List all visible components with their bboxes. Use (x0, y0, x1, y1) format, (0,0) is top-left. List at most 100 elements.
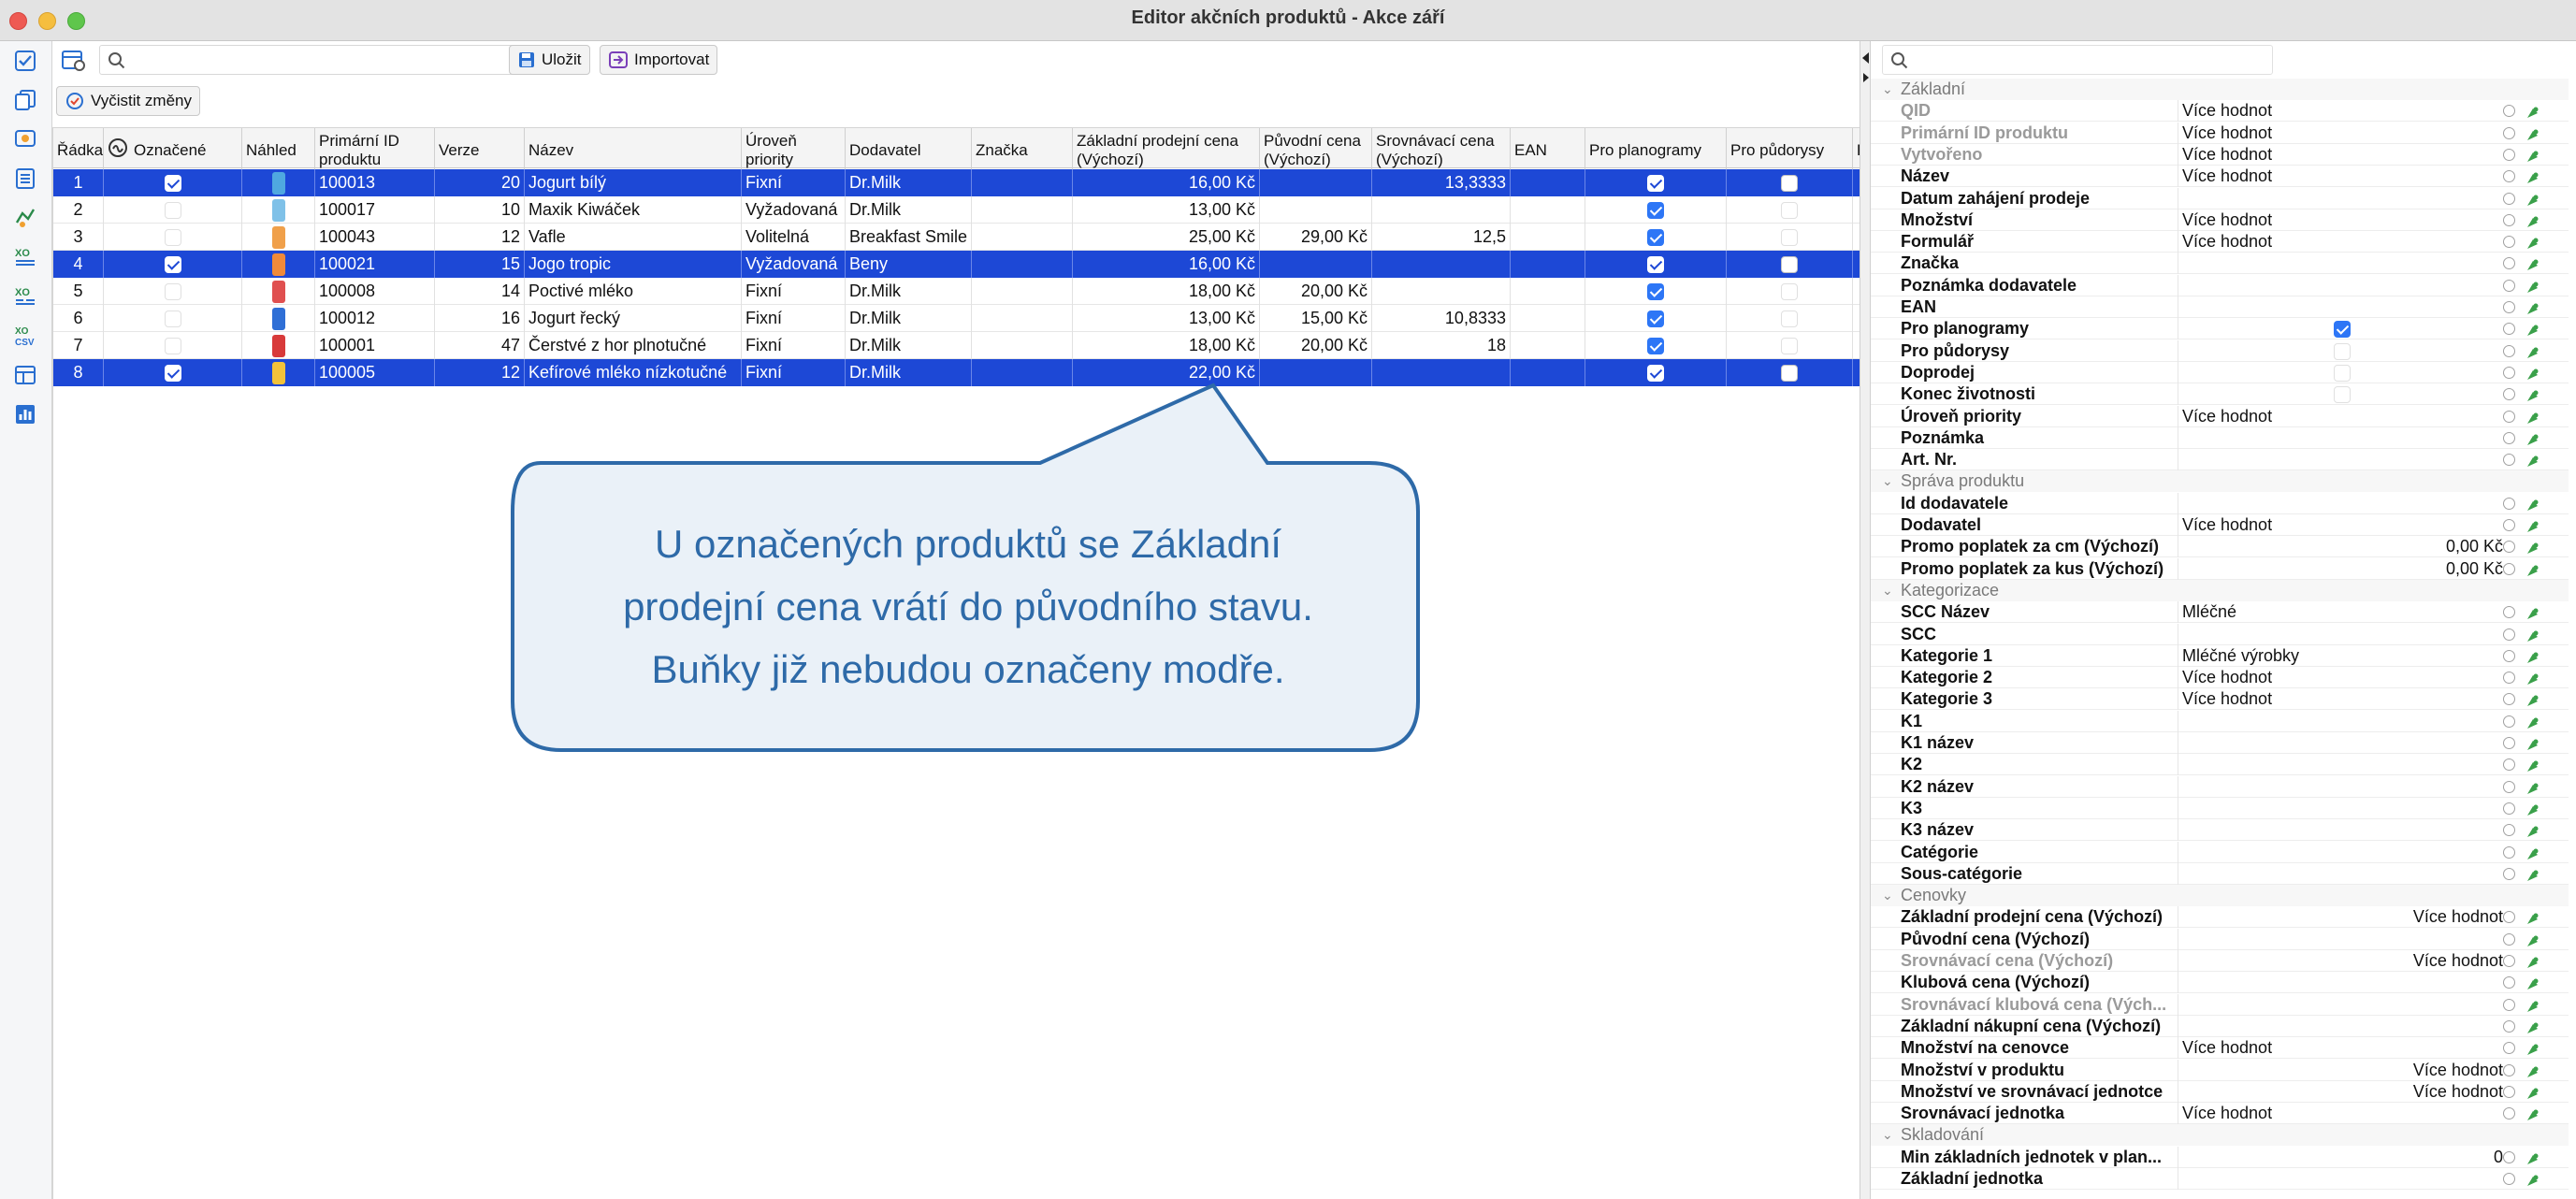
apply-icon[interactable] (2525, 780, 2540, 794)
property-section[interactable]: ⌄ Správa produktu (1871, 470, 2569, 493)
reset-icon[interactable] (2503, 257, 2515, 270)
property-row[interactable]: Množství Více hodnot (1871, 209, 2569, 231)
apply-icon[interactable] (2525, 256, 2540, 271)
checkbox-checked[interactable] (164, 175, 181, 193)
column-header-marked[interactable]: Označené (104, 128, 242, 169)
property-value[interactable]: Mléčné výrobky (2182, 645, 2500, 667)
property-value[interactable]: Více hodnot (2182, 688, 2500, 710)
cell-name[interactable]: Čerstvé z hor plnotučné (525, 332, 742, 359)
reset-icon[interactable] (2503, 519, 2515, 531)
cell-floorplan[interactable] (1727, 359, 1853, 386)
import-button[interactable]: Importovat (600, 45, 718, 75)
table-row[interactable]: 2 100017 10 Maxik Kiwáček Vyžadovaná Dr.Milk 1… (53, 196, 1864, 224)
cell-name[interactable]: Vafle (525, 224, 742, 251)
property-row[interactable]: Množství ve srovnávací jednotce Více hodn… (1871, 1080, 2569, 1103)
cell-priority[interactable]: Fixní (742, 359, 846, 386)
reset-icon[interactable] (2503, 170, 2515, 183)
apply-icon[interactable] (2525, 1041, 2540, 1056)
reset-icon[interactable] (2503, 1150, 2515, 1163)
apply-icon[interactable] (2525, 300, 2540, 314)
property-row[interactable]: Srovnávací jednotka Více hodnot (1871, 1103, 2569, 1125)
property-row[interactable]: K2 (1871, 754, 2569, 776)
cell-row[interactable]: 4 (53, 251, 104, 278)
cell-marked[interactable] (104, 224, 242, 251)
property-section[interactable]: ⌄ Cenovky (1871, 885, 2569, 907)
reset-icon[interactable] (2503, 715, 2515, 728)
cell-primary-id[interactable]: 100043 (315, 224, 435, 251)
property-row[interactable]: EAN (1871, 296, 2569, 318)
property-value[interactable]: Více hodnot (2182, 100, 2500, 122)
property-row[interactable]: Poznámka dodavatele (1871, 274, 2569, 296)
reset-icon[interactable] (2503, 911, 2515, 924)
checkbox-unchecked[interactable] (1781, 283, 1798, 301)
table-row[interactable]: 6 100012 16 Jogurt řecký Fixní Dr.Milk 13,00 K… (53, 305, 1864, 332)
cell-base-price[interactable]: 22,00 Kč (1073, 359, 1260, 386)
clear-changes-button[interactable]: Vyčistit změny (56, 86, 201, 116)
cell-supplier[interactable]: Dr.Milk (846, 332, 972, 359)
checkbox-unchecked[interactable] (164, 202, 181, 220)
cell-version[interactable]: 15 (435, 251, 525, 278)
cell-marked[interactable] (104, 332, 242, 359)
reset-icon[interactable] (2503, 541, 2515, 554)
property-value[interactable]: Více hodnot (2182, 144, 2500, 166)
column-settings-icon[interactable] (60, 47, 86, 78)
property-section[interactable]: ⌄ Kategorizace (1871, 579, 2569, 601)
cell-original-price[interactable] (1260, 196, 1372, 224)
reset-icon[interactable] (2503, 279, 2515, 292)
cell-floorplan[interactable] (1727, 278, 1853, 305)
cell-version[interactable]: 10 (435, 196, 525, 224)
apply-icon[interactable] (2525, 1172, 2540, 1186)
apply-icon[interactable] (2525, 628, 2540, 642)
cell-row[interactable]: 2 (53, 196, 104, 224)
cell-planogram[interactable] (1585, 196, 1727, 224)
cell-ean[interactable] (1511, 251, 1585, 278)
reset-icon[interactable] (2503, 867, 2515, 880)
table-row[interactable]: 1 100013 20 Jogurt bílý Fixní Dr.Milk 16,00 Kč… (53, 169, 1864, 196)
property-section[interactable]: ⌄ Základní (1871, 79, 2569, 100)
cell-brand[interactable] (972, 359, 1073, 386)
property-row[interactable]: Konec životnosti (1871, 383, 2569, 406)
reset-icon[interactable] (2503, 998, 2515, 1011)
property-row[interactable]: Sous-catégorie (1871, 862, 2569, 885)
cell-original-price[interactable]: 20,00 Kč (1260, 278, 1372, 305)
cell-primary-id[interactable]: 100008 (315, 278, 435, 305)
property-section[interactable]: ⌄ Skladování (1871, 1124, 2569, 1147)
cell-ean[interactable] (1511, 305, 1585, 332)
panel-splitter[interactable] (1860, 41, 1871, 1199)
cell-ean[interactable] (1511, 196, 1585, 224)
cell-row[interactable]: 8 (53, 359, 104, 386)
cell-supplier[interactable]: Dr.Milk (846, 359, 972, 386)
apply-icon[interactable] (2525, 126, 2540, 140)
checkbox-checked[interactable] (1647, 311, 1664, 328)
apply-icon[interactable] (2525, 692, 2540, 707)
cell-floorplan[interactable] (1727, 251, 1853, 278)
cell-planogram[interactable] (1585, 332, 1727, 359)
property-row[interactable]: Úroveň priority Více hodnot (1871, 405, 2569, 427)
reset-icon[interactable] (2503, 148, 2515, 161)
cell-primary-id[interactable]: 100017 (315, 196, 435, 224)
property-value[interactable]: Více hodnot (2182, 667, 2500, 688)
reset-icon[interactable] (2503, 431, 2515, 444)
xo-icon[interactable]: XO (11, 243, 39, 271)
cell-marked[interactable] (104, 251, 242, 278)
chevron-down-icon[interactable]: ⌄ (1882, 885, 1893, 906)
cell-floorplan[interactable] (1727, 224, 1853, 251)
property-value[interactable]: 0 (2182, 1147, 2503, 1168)
column-header-preview[interactable]: Náhled (242, 128, 315, 169)
table-row[interactable]: 3 100043 12 Vafle Volitelná Breakfast Smile 25… (53, 224, 1864, 251)
apply-icon[interactable] (2525, 845, 2540, 860)
cell-marked[interactable] (104, 169, 242, 196)
bar-chart-icon[interactable] (11, 400, 39, 428)
cell-preview[interactable] (242, 359, 315, 386)
property-row[interactable]: Vytvořeno Více hodnot (1871, 143, 2569, 166)
property-row[interactable]: Kategorie 2 Více hodnot (1871, 667, 2569, 689)
apply-icon[interactable] (2525, 758, 2540, 773)
cell-preview[interactable] (242, 251, 315, 278)
reset-icon[interactable] (2503, 955, 2515, 967)
save-button[interactable]: Uložit (509, 45, 590, 75)
property-row[interactable]: Poznámka (1871, 426, 2569, 449)
cell-priority[interactable]: Fixní (742, 278, 846, 305)
apply-icon[interactable] (2525, 431, 2540, 445)
collapse-left-icon[interactable] (1862, 52, 1869, 64)
column-header-name[interactable]: Název (525, 128, 742, 169)
